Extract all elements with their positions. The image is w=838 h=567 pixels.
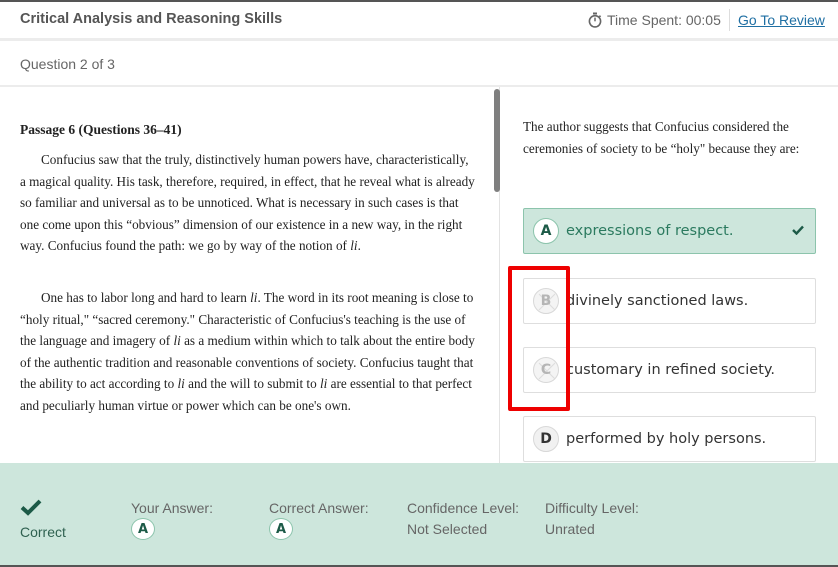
result-status: Correct [20,524,66,540]
result-footer: Correct Your Answer: A Correct Answer: A… [0,463,838,567]
question-stem: The author suggests that Confucius consi… [523,119,800,156]
header-divider [729,9,730,31]
strikeout-letter-b[interactable]: B [533,288,559,314]
option-letter: D [533,426,559,452]
option-letter: C [540,362,552,378]
confidence-value: Not Selected [407,521,488,537]
paragraph-text: and the will to submit to [184,376,320,392]
option-letter: B [540,293,552,309]
confidence-level: Confidence Level: Not Selected [407,500,519,537]
italic-term: li [350,238,358,254]
strikeout-letter-c[interactable]: C [533,357,559,383]
option-text: performed by holy persons. [566,431,767,447]
top-bar: Critical Analysis and Reasoning Skills T… [0,0,838,41]
question-nav-bar: Question 2 of 3 [0,41,838,87]
option-text: expressions of respect. [566,223,734,239]
passage-pane: Passage 6 (Questions 36–41) Confucius sa… [0,87,500,463]
option-text: divinely sanctioned laws. [566,293,749,309]
passage-scrollbar[interactable] [494,89,500,192]
your-answer: Your Answer: A [131,500,213,540]
italic-term: li [173,333,181,349]
passage-paragraph: Confucius saw that the truly, distinctiv… [20,149,475,257]
time-spent-label: Time Spent: 00:05 [607,12,721,28]
difficulty-level: Difficulty Level: Unrated [545,500,639,537]
question-pane: The author suggests that Confucius consi… [501,87,838,463]
answer-option-c[interactable]: C customary in refined society. [523,347,816,393]
option-text: customary in refined society. [566,362,776,378]
passage-paragraph: One has to labor long and hard to learn … [20,287,475,417]
italic-term: li [177,376,185,392]
correct-checkmark-icon [20,499,42,516]
correct-answer-value: A [269,518,293,540]
answer-option-a[interactable]: A expressions of respect. [523,208,816,254]
checkmark-icon [792,225,804,235]
time-spent: Time Spent: 00:05 [588,12,721,28]
difficulty-value: Unrated [545,521,595,537]
paragraph-text: . [357,238,361,254]
question-counter: Question 2 of 3 [20,56,115,72]
difficulty-label: Difficulty Level: [545,500,639,516]
correct-answer-label: Correct Answer: [269,500,369,516]
paragraph-text: Confucius saw that the truly, distinctiv… [20,152,475,254]
stopwatch-icon [588,12,602,28]
section-title: Critical Analysis and Reasoning Skills [20,11,283,27]
paragraph-text: One has to labor long and hard to learn [41,290,251,305]
option-letter: A [533,218,559,244]
confidence-label: Confidence Level: [407,500,520,516]
go-to-review-link[interactable]: Go To Review [738,12,825,28]
answer-option-b[interactable]: B divinely sanctioned laws. [523,278,816,324]
answer-option-d[interactable]: D performed by holy persons. [523,416,816,462]
your-answer-label: Your Answer: [131,500,213,516]
correct-answer: Correct Answer: A [269,500,369,540]
passage-title: Passage 6 (Questions 36–41) [20,122,182,137]
your-answer-value: A [131,518,155,540]
